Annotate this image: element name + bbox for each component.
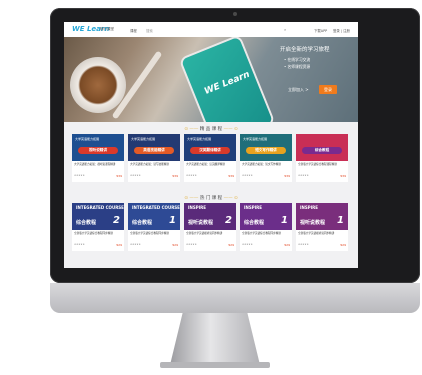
course-price: ¥29 (116, 243, 122, 247)
rating-stars-icon: ★★★★★ (74, 174, 85, 177)
course-topic-label: 视听说精讲 (78, 147, 118, 154)
course-price: ¥39 (228, 174, 234, 178)
logo-subtitle: 随行课堂 (100, 27, 114, 31)
nav-link-courses[interactable]: 课程 (130, 28, 137, 33)
volume-number: 2 (113, 215, 120, 226)
volume-number: 2 (225, 215, 232, 226)
course-series-label: 大学英语能力拓展 (187, 137, 212, 141)
course-topic-label: 视听说教程 (188, 220, 214, 226)
course-thumbnail[interactable]: INSPIRE 视听说教程 1 (296, 203, 348, 230)
course-card[interactable]: 大学英语能力拓展视听说精讲大学英语能力拓展：视听说课程精讲 ★★★★★ ¥39 (72, 134, 124, 182)
join-button[interactable]: 立即加入 > (288, 87, 309, 93)
hero-feature-2: • 名师课程资源 (284, 64, 311, 69)
course-card[interactable]: INTEGRATED COURSE 综合教程 1 全新版大学英语综合教程同步精讲 ★★★… (128, 203, 180, 251)
course-price: ¥29 (284, 243, 290, 247)
hero-banner: WE Learn 开启全新的学习旅程 • 在线学习交流 • 名师课程资源 立即加… (64, 37, 358, 122)
course-thumbnail[interactable]: INSPIRE 视听说教程 2 (184, 203, 236, 230)
imac-monitor: WE Learn 随行课堂 课程 搜索 ⌕ 下载APP 登录 | 注册 WE L… (0, 0, 422, 375)
phone-image: WE Learn (181, 37, 273, 122)
monitor-stand-foot (160, 362, 270, 368)
course-thumbnail[interactable]: INTEGRATED COURSE 综合教程 1 (128, 203, 180, 230)
course-thumbnail[interactable]: 大学英语能力拓展汉英翻译精讲 (184, 134, 236, 161)
nav-download-app[interactable]: 下载APP (314, 28, 327, 33)
course-topic-label: 视听说教程 (300, 220, 326, 226)
course-title[interactable]: 大学英语能力拓展：视听说课程精讲 (74, 163, 122, 166)
course-series-label: INTEGRATED COURSE (132, 205, 180, 210)
volume-number: 1 (281, 215, 288, 226)
rating-stars-icon: ★★★★★ (242, 174, 253, 177)
course-title[interactable]: 全新版大学英语综合教程同步精讲 (74, 232, 122, 235)
course-card[interactable]: 大学英语能力拓展英语技能精讲大学英语能力拓展：读写技能精讲 ★★★★★ ¥39 (128, 134, 180, 182)
rating-stars-icon: ★★★★★ (130, 174, 141, 177)
course-price: ¥39 (172, 174, 178, 178)
course-series-label: 大学英语能力拓展 (243, 137, 268, 141)
course-series-label: INSPIRE (244, 205, 262, 210)
course-title[interactable]: 全新版大学英语综合教程同步精讲 (242, 232, 290, 235)
course-price: ¥29 (340, 243, 346, 247)
phone-logo: WE Learn (203, 69, 252, 98)
search-icon[interactable]: ⌕ (284, 27, 286, 32)
hero-feature-1: • 在线学习交流 (284, 57, 311, 62)
rating-stars-icon: ★★★★★ (298, 174, 309, 177)
course-price: ¥39 (340, 174, 346, 178)
course-series-label: INSPIRE (188, 205, 206, 210)
course-series-label: 大学英语能力拓展 (131, 137, 156, 141)
course-thumbnail[interactable]: INTEGRATED COURSE 综合教程 2 (72, 203, 124, 230)
course-price: ¥39 (284, 174, 290, 178)
rating-stars-icon: ★★★★★ (130, 243, 141, 246)
top-nav: WE Learn 随行课堂 课程 搜索 ⌕ 下载APP 登录 | 注册 (64, 22, 358, 37)
course-price: ¥29 (172, 243, 178, 247)
course-title[interactable]: 大学英语能力拓展：读写技能精讲 (130, 163, 178, 166)
course-topic-label: 综合教程 (132, 220, 153, 226)
rating-stars-icon: ★★★★★ (74, 243, 85, 246)
featured-section-title: ⊙ —— 精 品 课 程 —— ⊙ (184, 127, 238, 132)
volume-number: 1 (169, 215, 176, 226)
login-button[interactable]: 登录 (319, 85, 337, 94)
course-topic-label: 汉英翻译精讲 (190, 147, 230, 154)
course-card[interactable]: INSPIRE 视听说教程 1 全新版大学英语视听说同步精讲 ★★★★★ ¥29 (296, 203, 348, 251)
course-thumbnail[interactable]: 大学英语能力拓展短文写作精讲 (240, 134, 292, 161)
course-topic-label: 短文写作精讲 (246, 147, 286, 154)
coffee-cup-image (70, 57, 126, 113)
rating-stars-icon: ★★★★★ (186, 243, 197, 246)
course-thumbnail[interactable]: INSPIRE 综合教程 1 (240, 203, 292, 230)
course-series-label: INSPIRE (300, 205, 318, 210)
hero-title: 开启全新的学习旅程 (280, 47, 330, 53)
course-title[interactable]: 全新版大学英语视听说同步精讲 (186, 232, 234, 235)
course-card[interactable]: 综合教程全新版大学英语综合教程课程精讲 ★★★★★ ¥39 (296, 134, 348, 182)
course-price: ¥29 (228, 243, 234, 247)
course-thumbnail[interactable]: 大学英语能力拓展视听说精讲 (72, 134, 124, 161)
course-topic-label: 英语技能精讲 (134, 147, 174, 154)
course-topic-label: 综合教程 (76, 220, 97, 226)
course-topic-label: 综合教程 (244, 220, 265, 226)
course-price: ¥39 (116, 174, 122, 178)
volume-number: 1 (337, 215, 344, 226)
course-thumbnail[interactable]: 大学英语能力拓展英语技能精讲 (128, 134, 180, 161)
nav-search-input[interactable]: 搜索 (146, 28, 153, 33)
course-series-label: 大学英语能力拓展 (75, 137, 100, 141)
course-title[interactable]: 大学英语能力拓展：汉英翻译精讲 (186, 163, 234, 166)
hot-section-title: ⊙ —— 热 门 课 程 —— ⊙ (184, 196, 238, 201)
rating-stars-icon: ★★★★★ (186, 174, 197, 177)
course-title[interactable]: 全新版大学英语视听说同步精讲 (298, 232, 346, 235)
monitor-chin (50, 283, 420, 313)
course-card[interactable]: INSPIRE 综合教程 1 全新版大学英语综合教程同步精讲 ★★★★★ ¥29 (240, 203, 292, 251)
camera-icon (233, 12, 237, 16)
course-thumbnail[interactable]: 综合教程 (296, 134, 348, 161)
course-title[interactable]: 全新版大学英语综合教程同步精讲 (130, 232, 178, 235)
screen: WE Learn 随行课堂 课程 搜索 ⌕ 下载APP 登录 | 注册 WE L… (64, 22, 358, 268)
monitor-stand (170, 313, 260, 365)
course-series-label: INTEGRATED COURSE (76, 205, 124, 210)
nav-login-register[interactable]: 登录 | 注册 (333, 28, 350, 33)
rating-stars-icon: ★★★★★ (242, 243, 253, 246)
course-title[interactable]: 全新版大学英语综合教程课程精讲 (298, 163, 346, 166)
course-card[interactable]: 大学英语能力拓展短文写作精讲大学英语能力拓展：短文写作精讲 ★★★★★ ¥39 (240, 134, 292, 182)
course-card[interactable]: 大学英语能力拓展汉英翻译精讲大学英语能力拓展：汉英翻译精讲 ★★★★★ ¥39 (184, 134, 236, 182)
course-card[interactable]: INSPIRE 视听说教程 2 全新版大学英语视听说同步精讲 ★★★★★ ¥29 (184, 203, 236, 251)
rating-stars-icon: ★★★★★ (298, 243, 309, 246)
course-title[interactable]: 大学英语能力拓展：短文写作精讲 (242, 163, 290, 166)
course-topic-label: 综合教程 (302, 147, 342, 154)
course-card[interactable]: INTEGRATED COURSE 综合教程 2 全新版大学英语综合教程同步精讲 ★★★… (72, 203, 124, 251)
